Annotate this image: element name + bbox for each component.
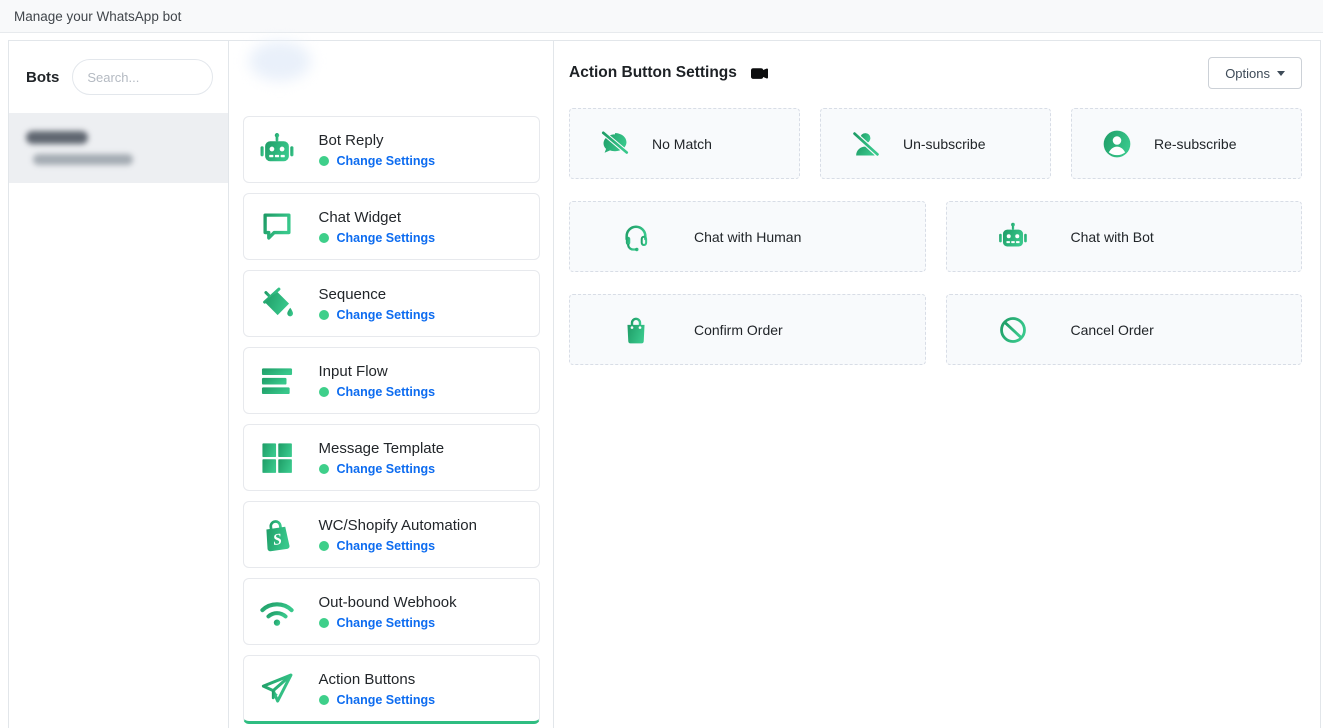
feature-card-outbound-webhook[interactable]: Out-bound Webhook Change Settings xyxy=(243,578,540,645)
change-settings-link[interactable]: Change Settings xyxy=(337,539,436,553)
action-button-settings-panel: Action Button Settings Options xyxy=(554,41,1320,728)
shopping-bag-icon xyxy=(620,314,652,346)
action-card-chat-with-human[interactable]: Chat with Human xyxy=(569,201,926,272)
change-settings-link[interactable]: Change Settings xyxy=(337,616,436,630)
action-card-label: Re-subscribe xyxy=(1154,136,1236,152)
feature-title: Message Template xyxy=(319,440,445,457)
action-card-label: Un-subscribe xyxy=(903,136,985,152)
action-card-chat-with-bot[interactable]: Chat with Bot xyxy=(946,201,1303,272)
search-input[interactable] xyxy=(72,59,213,95)
action-card-label: No Match xyxy=(652,136,712,152)
robot-icon xyxy=(258,131,296,169)
action-card-no-match[interactable]: No Match xyxy=(569,108,800,179)
options-button[interactable]: Options xyxy=(1208,57,1302,89)
feature-title: Bot Reply xyxy=(319,132,436,149)
person-slash-icon xyxy=(850,128,882,160)
action-card-label: Confirm Order xyxy=(694,322,783,338)
action-card-unsubscribe[interactable]: Un-subscribe xyxy=(820,108,1051,179)
shopify-bag-icon: S xyxy=(258,516,296,554)
feature-card-chat-widget[interactable]: Chat Widget Change Settings xyxy=(243,193,540,260)
feature-card-action-buttons[interactable]: Action Buttons Change Settings xyxy=(243,655,540,724)
redacted-bot-name xyxy=(26,131,88,144)
action-card-label: Chat with Human xyxy=(694,229,801,245)
action-card-cancel-order[interactable]: Cancel Order xyxy=(946,294,1303,365)
status-dot xyxy=(319,156,329,166)
bots-sidebar-header: Bots xyxy=(9,41,228,113)
action-card-confirm-order[interactable]: Confirm Order xyxy=(569,294,926,365)
person-circle-icon xyxy=(1101,128,1133,160)
features-column: Bot Reply Change Settings Chat Widget Ch… xyxy=(229,41,554,728)
panel-title: Action Button Settings xyxy=(569,64,737,82)
redacted-bot-phone xyxy=(33,154,133,165)
grid-icon xyxy=(258,439,296,477)
action-card-label: Chat with Bot xyxy=(1071,229,1154,245)
status-dot xyxy=(319,310,329,320)
status-dot xyxy=(319,233,329,243)
status-dot xyxy=(319,695,329,705)
bars-icon xyxy=(258,362,296,400)
change-settings-link[interactable]: Change Settings xyxy=(337,308,436,322)
feature-title: Input Flow xyxy=(319,363,436,380)
chat-bubble-icon xyxy=(258,208,296,246)
change-settings-link[interactable]: Change Settings xyxy=(337,231,436,245)
change-settings-link[interactable]: Change Settings xyxy=(337,462,436,476)
status-dot xyxy=(319,387,329,397)
wifi-icon xyxy=(258,593,296,631)
video-camera-icon[interactable] xyxy=(751,65,768,82)
bots-label: Bots xyxy=(26,69,59,86)
paper-plane-icon xyxy=(258,670,296,708)
feature-title: WC/Shopify Automation xyxy=(319,517,477,534)
action-card-resubscribe[interactable]: Re-subscribe xyxy=(1071,108,1302,179)
feature-card-bot-reply[interactable]: Bot Reply Change Settings xyxy=(243,116,540,183)
main-panel: Bots xyxy=(8,40,1321,728)
status-dot xyxy=(319,618,329,628)
ban-icon xyxy=(997,314,1029,346)
change-settings-link[interactable]: Change Settings xyxy=(337,385,436,399)
paint-bucket-icon xyxy=(258,285,296,323)
action-card-label: Cancel Order xyxy=(1071,322,1154,338)
feature-card-shopify-automation[interactable]: S WC/Shopify Automation Change Settings xyxy=(243,501,540,568)
feature-title: Out-bound Webhook xyxy=(319,594,457,611)
change-settings-link[interactable]: Change Settings xyxy=(337,693,436,707)
redacted-avatar-blob xyxy=(249,41,311,81)
top-bar: Manage your WhatsApp bot xyxy=(0,0,1323,33)
chevron-down-icon xyxy=(1277,71,1285,76)
status-dot xyxy=(319,541,329,551)
feature-title: Action Buttons xyxy=(319,671,436,688)
feature-card-input-flow[interactable]: Input Flow Change Settings xyxy=(243,347,540,414)
robot-icon xyxy=(997,221,1029,253)
change-settings-link[interactable]: Change Settings xyxy=(337,154,436,168)
headset-icon xyxy=(620,221,652,253)
status-dot xyxy=(319,464,329,474)
page-title: Manage your WhatsApp bot xyxy=(14,9,181,24)
feature-card-message-template[interactable]: Message Template Change Settings xyxy=(243,424,540,491)
feature-title: Sequence xyxy=(319,286,436,303)
bots-sidebar: Bots xyxy=(9,41,229,728)
feature-card-sequence[interactable]: Sequence Change Settings xyxy=(243,270,540,337)
bot-list-item-selected[interactable] xyxy=(9,113,228,183)
chat-slash-icon xyxy=(599,128,631,160)
feature-title: Chat Widget xyxy=(319,209,436,226)
